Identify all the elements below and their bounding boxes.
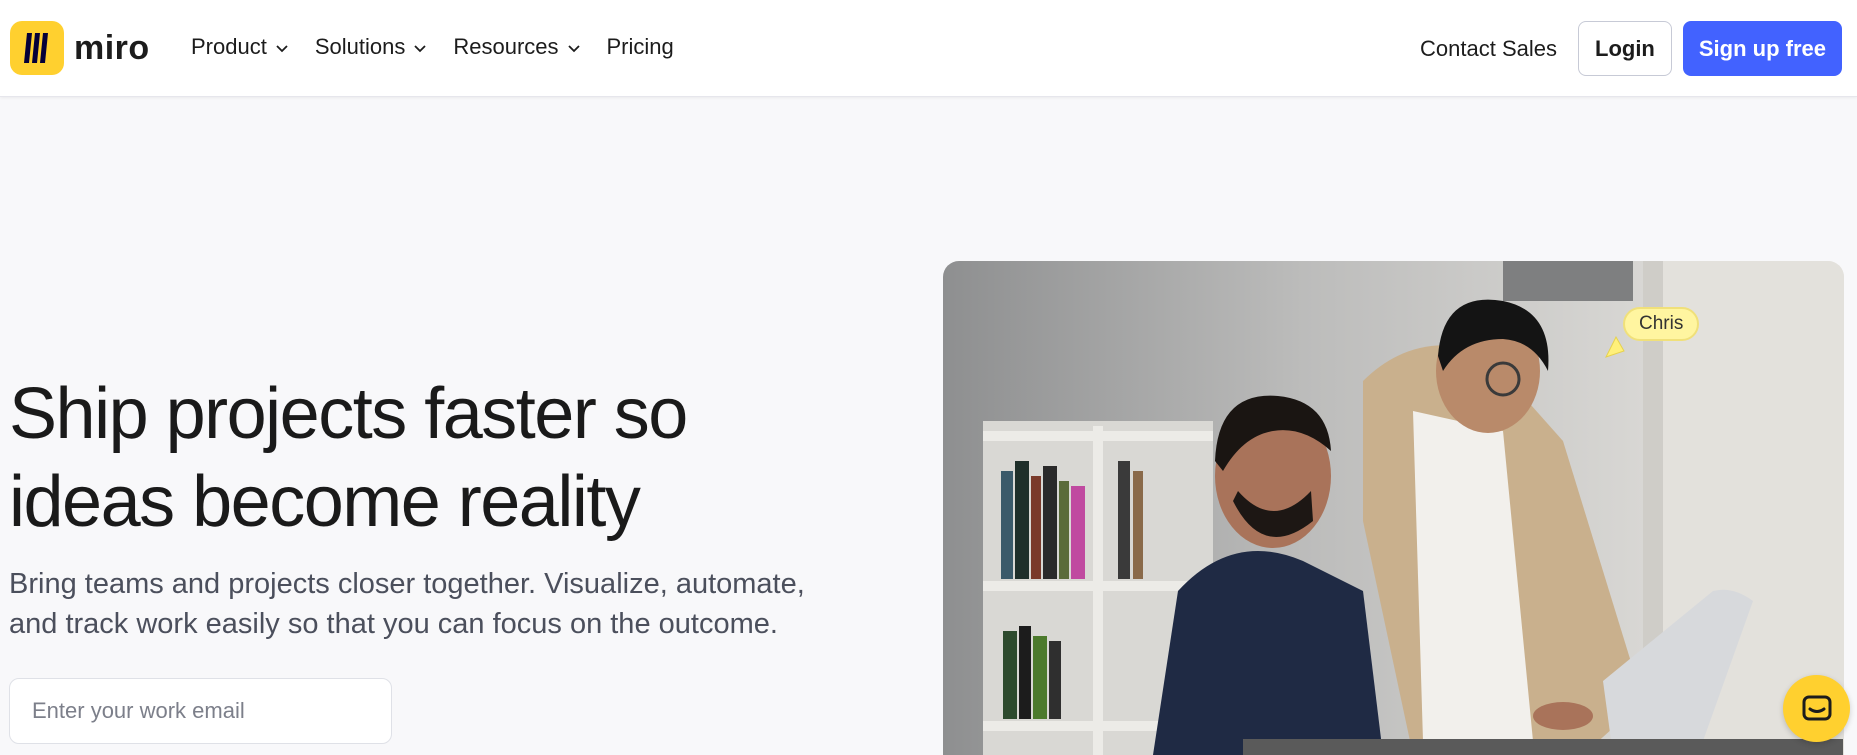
hero-subtitle: Bring teams and projects closer together…: [9, 564, 909, 644]
nav-item-label: Solutions: [314, 34, 406, 59]
contact-sales-link[interactable]: Contact Sales: [1420, 36, 1557, 62]
hero-subtitle-line-2: and track work easily so that you can fo…: [9, 608, 778, 640]
miro-logo[interactable]: miro: [10, 21, 150, 75]
collaborator-cursor-label: Chris: [1623, 307, 1700, 341]
nav-item-pricing[interactable]: Pricing: [607, 30, 674, 64]
chevron-down-icon: [276, 44, 288, 52]
hero-photo: [943, 261, 1844, 755]
nav-item-product[interactable]: Product: [191, 30, 289, 64]
chat-launcher-button[interactable]: [1783, 675, 1850, 742]
nav-item-label: Pricing: [606, 34, 674, 59]
cursor-arrow-icon: [1605, 335, 1625, 358]
hero-title-line-2: ideas become reality: [9, 462, 641, 542]
login-button[interactable]: Login: [1578, 21, 1672, 76]
main-menu: Product Solutions Resources Pricing: [191, 30, 700, 64]
hero-subtitle-line-1: Bring teams and projects closer together…: [9, 568, 805, 600]
miro-logo-icon: [10, 21, 64, 75]
work-email-input[interactable]: [9, 678, 392, 744]
nav-item-label: Product: [191, 34, 267, 59]
brand-name: miro: [74, 28, 150, 67]
chat-icon: [1802, 695, 1831, 720]
sign-up-button[interactable]: Sign up free: [1682, 21, 1842, 76]
nav-item-label: Resources: [453, 34, 559, 59]
nav-item-resources[interactable]: Resources: [453, 30, 580, 64]
hero-title: Ship projects faster so ideas become rea…: [9, 370, 789, 546]
chevron-down-icon: [414, 44, 426, 52]
chevron-down-icon: [567, 44, 580, 52]
top-navigation: miro Product Solutions Resources Pricing…: [0, 0, 1857, 97]
hero-title-line-1: Ship projects faster so: [9, 374, 688, 454]
nav-item-solutions[interactable]: Solutions: [315, 30, 428, 64]
nav-actions: Contact Sales Login Sign up free: [1420, 21, 1842, 76]
